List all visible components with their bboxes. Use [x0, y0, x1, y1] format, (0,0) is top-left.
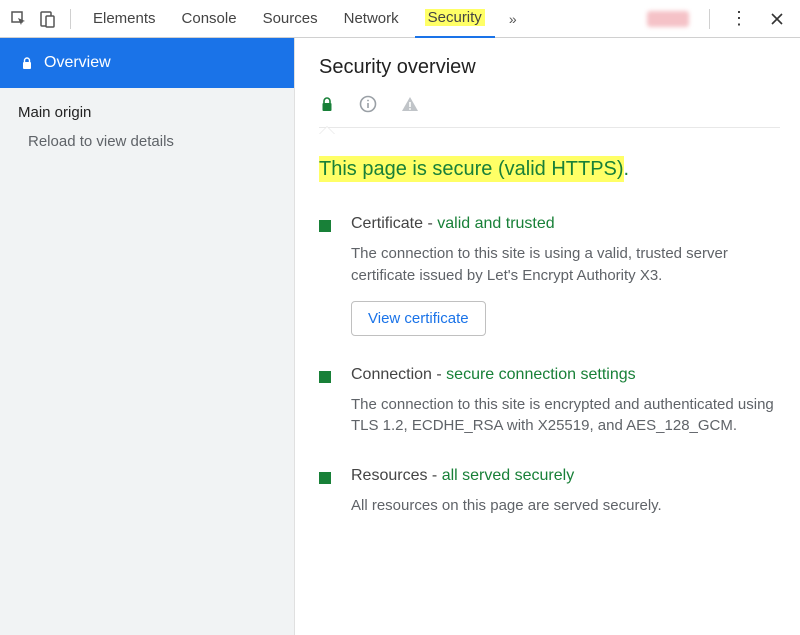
certificate-title: Certificate - valid and trusted	[351, 215, 780, 233]
security-main: Security overview This page is secure (v…	[295, 38, 800, 635]
sidebar-reload-hint: Reload to view details	[0, 125, 294, 150]
tab-security[interactable]: Security	[415, 0, 495, 38]
tab-console[interactable]: Console	[172, 0, 247, 38]
tab-sources[interactable]: Sources	[253, 0, 328, 38]
more-tabs-icon[interactable]: »	[501, 11, 525, 27]
status-square-icon	[319, 220, 331, 232]
sidebar-item-overview[interactable]: Overview	[0, 38, 294, 88]
tab-elements[interactable]: Elements	[83, 0, 166, 38]
connection-desc: The connection to this site is encrypted…	[351, 394, 780, 438]
view-certificate-button[interactable]: View certificate	[351, 301, 486, 336]
inspect-icon[interactable]	[8, 8, 30, 30]
devtools-toolbar: Elements Console Sources Network Securit…	[0, 0, 800, 38]
tab-network[interactable]: Network	[334, 0, 409, 38]
security-state-icons	[319, 91, 780, 128]
sidebar-overview-label: Overview	[44, 54, 111, 72]
resources-title: Resources - all served securely	[351, 467, 780, 485]
security-sidebar: Overview Main origin Reload to view deta…	[0, 38, 295, 635]
info-icon	[359, 95, 377, 113]
certificate-desc: The connection to this site is using a v…	[351, 243, 780, 287]
connection-item: Connection - secure connection settings …	[319, 366, 780, 438]
lock-secure-icon	[319, 96, 335, 112]
certificate-item: Certificate - valid and trusted The conn…	[319, 215, 780, 336]
status-square-icon	[319, 371, 331, 383]
resources-desc: All resources on this page are served se…	[351, 495, 780, 517]
lock-icon	[20, 56, 34, 70]
divider	[709, 9, 710, 29]
redacted-region	[647, 11, 689, 27]
divider	[70, 9, 71, 29]
security-status: This page is secure (valid HTTPS).	[319, 158, 629, 181]
status-square-icon	[319, 472, 331, 484]
resources-item: Resources - all served securely All reso…	[319, 467, 780, 517]
menu-icon[interactable]: ⋮	[722, 8, 756, 29]
sidebar-main-origin[interactable]: Main origin	[0, 88, 294, 125]
close-icon[interactable]	[762, 12, 792, 26]
device-toggle-icon[interactable]	[36, 8, 58, 30]
warning-icon	[401, 95, 419, 113]
connection-title: Connection - secure connection settings	[351, 366, 780, 384]
page-title: Security overview	[319, 56, 780, 79]
